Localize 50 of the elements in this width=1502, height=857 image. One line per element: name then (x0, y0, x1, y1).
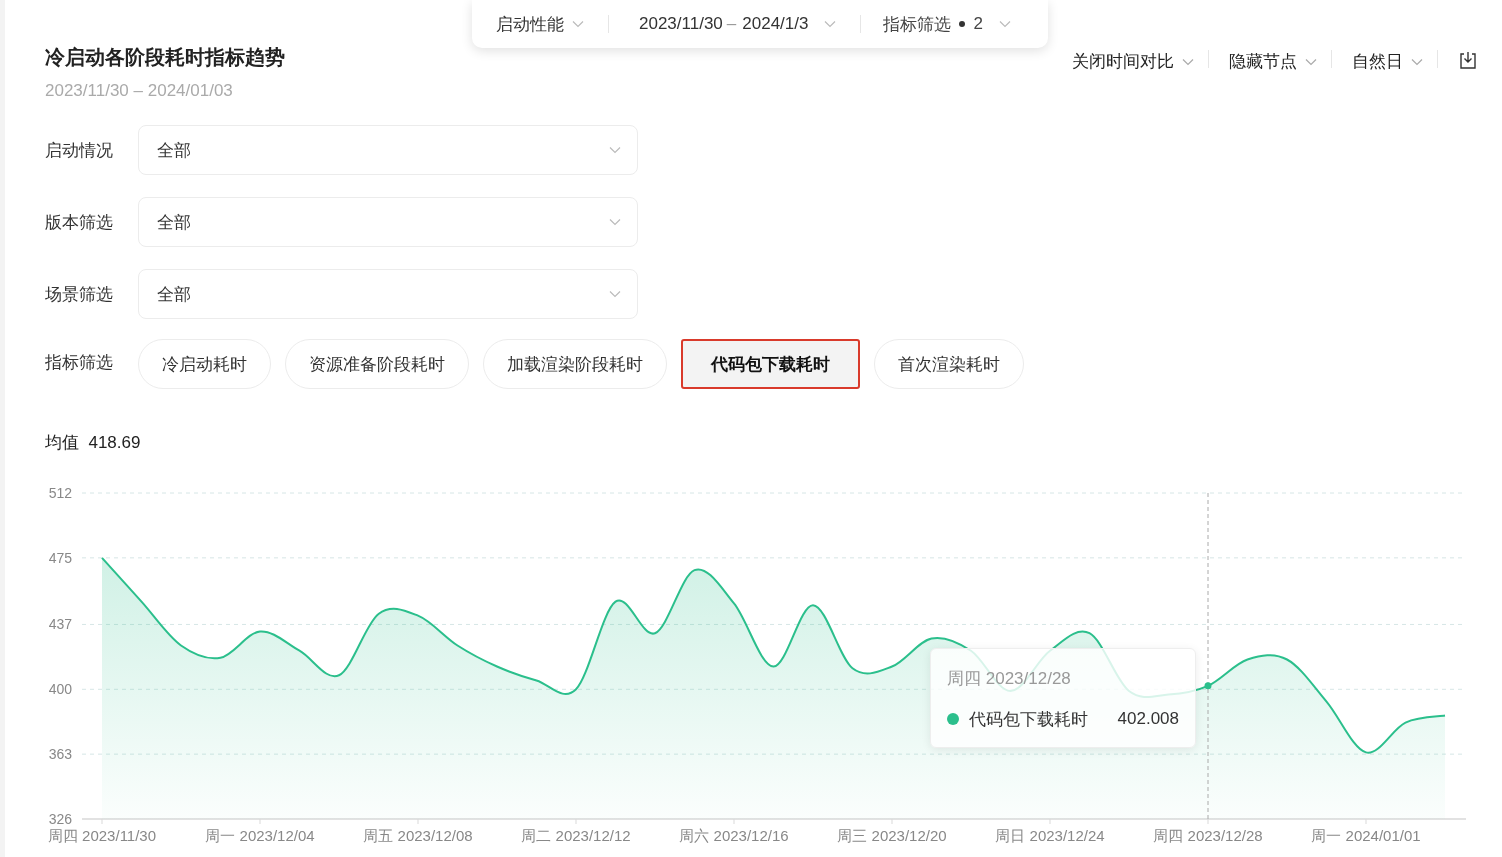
y-axis-label: 363 (48, 746, 72, 763)
select-field[interactable]: 全部 (138, 125, 638, 175)
x-axis-label: 周五 2023/12/08 (363, 827, 473, 844)
x-axis-label: 周六 2023/12/16 (679, 827, 789, 844)
x-axis-label: 周一 2023/12/04 (205, 827, 315, 844)
y-axis-label: 437 (48, 616, 72, 633)
x-axis-label: 周一 2024/01/01 (1311, 827, 1421, 844)
chevron-down-icon (572, 20, 584, 28)
metric-chip[interactable]: 加载渲染阶段耗时 (483, 339, 667, 389)
x-axis-label: 周日 2023/12/24 (995, 827, 1105, 844)
filter-label: 场景筛选 (45, 283, 114, 306)
toolbar-dropdown[interactable]: 关闭时间对比 (1072, 50, 1194, 73)
chevron-down-icon (609, 146, 621, 154)
chevron-down-icon (609, 290, 621, 298)
chevron-down-icon (1182, 57, 1194, 66)
select-field[interactable]: 全部 (138, 269, 638, 319)
metric-chip[interactable]: 资源准备阶段耗时 (285, 339, 469, 389)
x-axis-label: 周二 2023/12/12 (521, 827, 631, 844)
metric-chip[interactable]: 首次渲染耗时 (874, 339, 1024, 389)
date-range-picker[interactable]: 2023/11/30 – 2024/1/3 (639, 14, 837, 34)
filter-label: 版本筛选 (45, 211, 114, 234)
chevron-down-icon (998, 20, 1011, 28)
y-axis-label: 326 (48, 811, 72, 827)
date-range-subtitle: 2023/11/30 – 2024/01/03 (45, 81, 234, 101)
metric-filter-dropdown[interactable]: 指标筛选 2 (883, 12, 1011, 36)
tooltip-value: 402.008 (1117, 709, 1179, 730)
metric-chip[interactable]: 代码包下载耗时 (681, 339, 860, 389)
download-icon[interactable] (1458, 50, 1478, 70)
x-axis-label: 周四 2023/11/30 (47, 827, 157, 844)
chevron-down-icon (609, 218, 621, 226)
chevron-down-icon (1305, 57, 1317, 66)
x-axis-label: 周四 2023/12/28 (1153, 827, 1263, 844)
chevron-down-icon (824, 20, 837, 28)
module-dropdown[interactable]: 启动性能 (496, 12, 584, 36)
filter-label: 启动情况 (45, 139, 114, 162)
mean-value: 均值 418.69 (45, 432, 142, 454)
filter-label: 指标筛选 (45, 352, 114, 374)
select-field[interactable]: 全部 (138, 197, 638, 247)
x-axis-label: 周三 2023/12/20 (837, 827, 947, 844)
y-axis-label: 400 (48, 681, 72, 698)
metric-chip[interactable]: 冷启动耗时 (138, 339, 271, 389)
tooltip-series-name: 代码包下载耗时 (969, 708, 1089, 731)
toolbar-dropdown[interactable]: 自然日 (1352, 50, 1423, 73)
y-axis-label: 475 (48, 549, 72, 566)
data-point (1204, 682, 1212, 690)
chevron-down-icon (1411, 57, 1423, 66)
y-axis-label: 512 (48, 485, 72, 501)
tooltip-date: 周四 2023/12/28 (947, 667, 1072, 690)
chart-title: 冷启动各阶段耗时指标趋势 (45, 45, 285, 70)
toolbar-dropdown[interactable]: 隐藏节点 (1229, 50, 1317, 73)
